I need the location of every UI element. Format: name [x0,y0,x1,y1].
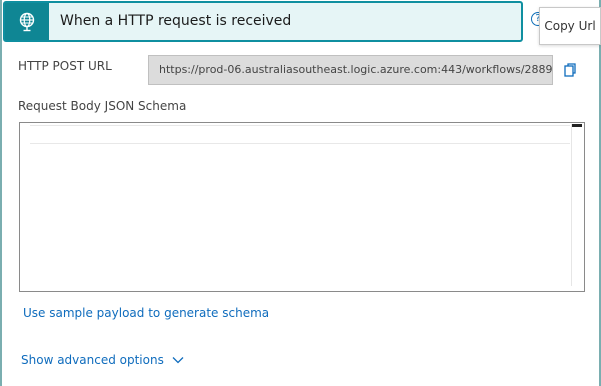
globe-request-icon [5,3,49,40]
show-advanced-options-toggle[interactable]: Show advanced options [21,353,184,367]
editor-scrollbar[interactable] [571,124,582,286]
trigger-card: When a HTTP request is received ? Copy U… [0,0,601,386]
request-body-schema-editor[interactable] [19,122,585,292]
editor-scrollbar-thumb[interactable] [572,124,582,127]
http-post-url-field[interactable]: https://prod-06.australiasoutheast.logic… [148,55,553,85]
chevron-down-icon [172,357,184,364]
copy-url-button[interactable] [555,55,585,85]
http-post-url-label: HTTP POST URL [18,59,112,73]
show-advanced-options-label: Show advanced options [21,353,164,367]
copy-url-tooltip: Copy Url [539,7,601,45]
copy-icon [564,63,576,77]
editor-current-line [30,125,570,144]
trigger-title: When a HTTP request is received [60,13,292,29]
trigger-header[interactable]: When a HTTP request is received [3,1,523,42]
request-body-schema-label: Request Body JSON Schema [18,99,187,113]
use-sample-payload-link[interactable]: Use sample payload to generate schema [23,306,269,320]
